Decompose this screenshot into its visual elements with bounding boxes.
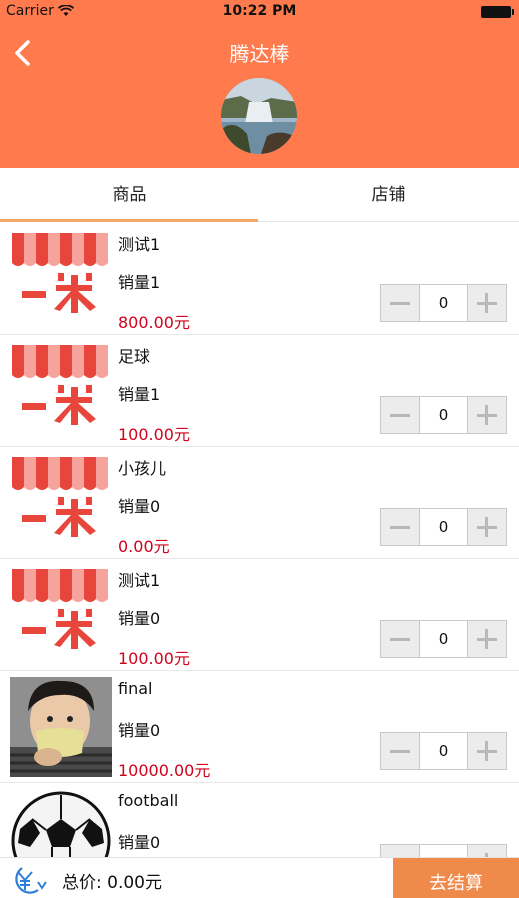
checkout-button[interactable]: 去结算 [393,858,519,898]
decrement-button[interactable] [381,733,419,769]
increment-button[interactable] [468,397,506,433]
cart-footer: 总价: 0.00元 去结算 [0,857,519,898]
yen-cart-icon [15,867,47,894]
product-row[interactable]: football 销量0 0 [0,783,519,857]
storefront-logo-icon [10,565,112,665]
product-sales: 销量1 [118,273,161,292]
status-bar: Carrier 10:22 PM [0,0,519,24]
decrement-button[interactable] [381,397,419,433]
product-name: 测试1 [118,235,161,254]
product-row[interactable]: 小孩儿 销量0 0.00元 0 [0,447,519,559]
quantity-value[interactable]: 0 [419,733,468,769]
decrement-button[interactable] [381,285,419,321]
product-price: 100.00元 [118,425,190,444]
product-price: 100.00元 [118,649,190,668]
soccer-ball-photo [10,789,112,857]
product-name: football [118,791,179,810]
quantity-stepper: 0 [380,620,507,658]
tab-shop[interactable]: 店铺 [259,168,518,222]
storefront-logo-icon [10,453,112,553]
product-list[interactable]: 测试1 销量1 800.00元 0 足球 销量1 100.00元 0 小孩儿 销… [0,223,519,857]
product-name: 足球 [118,347,151,366]
increment-button[interactable] [468,845,506,857]
storefront-logo-icon [10,229,112,329]
quantity-value[interactable]: 0 [419,509,468,545]
decrement-button[interactable] [381,621,419,657]
product-price: 800.00元 [118,313,190,332]
product-sales: 销量0 [118,497,161,516]
quantity-stepper: 0 [380,508,507,546]
product-sales: 销量1 [118,385,161,404]
increment-button[interactable] [468,733,506,769]
product-sales: 销量0 [118,609,161,628]
shop-avatar[interactable] [221,78,297,154]
quantity-value[interactable]: 0 [419,285,468,321]
quantity-stepper: 0 [380,284,507,322]
quantity-value[interactable]: 0 [419,397,468,433]
quantity-stepper: 0 [380,732,507,770]
product-name: 小孩儿 [118,459,167,478]
increment-button[interactable] [468,285,506,321]
segment-tabs: 商品 店铺 [0,168,519,222]
quantity-value[interactable]: 0 [419,621,468,657]
decrement-button[interactable] [381,509,419,545]
product-name: final [118,679,153,698]
quantity-stepper: 0 [380,844,507,857]
product-sales: 销量0 [118,721,161,740]
decrement-button[interactable] [381,845,419,857]
child-photo [10,677,112,777]
product-row[interactable]: final 销量0 10000.00元 0 [0,671,519,783]
quantity-value[interactable]: 0 [419,845,468,857]
storefront-logo-icon [10,341,112,441]
active-tab-indicator [0,219,258,222]
product-name: 测试1 [118,571,161,590]
increment-button[interactable] [468,621,506,657]
quantity-stepper: 0 [380,396,507,434]
status-time: 10:22 PM [222,3,297,19]
total-price: 总价: 0.00元 [62,873,162,893]
product-row[interactable]: 测试1 销量0 100.00元 0 [0,559,519,671]
battery-icon [481,6,514,18]
product-row[interactable]: 测试1 销量1 800.00元 0 [0,223,519,335]
product-price: 10000.00元 [118,761,211,780]
page-title: 腾达棒 [229,42,290,66]
product-price: 0.00元 [118,537,170,556]
product-sales: 销量0 [118,833,161,852]
product-row[interactable]: 足球 销量1 100.00元 0 [0,335,519,447]
tab-products[interactable]: 商品 [0,168,259,222]
header: Carrier 10:22 PM 腾达棒 [0,0,519,168]
increment-button[interactable] [468,509,506,545]
